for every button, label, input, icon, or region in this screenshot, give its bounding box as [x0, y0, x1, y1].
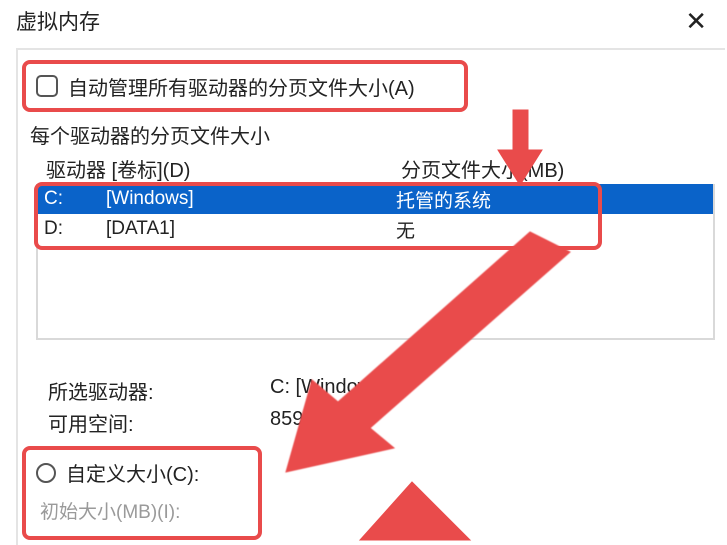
- close-icon[interactable]: ✕: [679, 8, 713, 34]
- drive-letter: C:: [44, 188, 106, 210]
- available-space-value: 859 MB: [270, 408, 715, 437]
- custom-size-label: 自定义大小(C):: [66, 458, 199, 487]
- column-drive: 驱动器 [卷标](D): [46, 154, 401, 183]
- window-title: 虚拟内存: [16, 6, 100, 36]
- custom-size-radio[interactable]: [36, 463, 56, 483]
- drive-size: 无: [396, 216, 713, 243]
- available-space-label: 可用空间:: [48, 408, 270, 437]
- column-size: 分页文件大小(MB): [401, 154, 715, 183]
- drive-list-header: 驱动器 [卷标](D) 分页文件大小(MB): [46, 154, 715, 183]
- available-space-row: 可用空间: 859 MB: [48, 408, 715, 437]
- custom-size-box: 自定义大小(C): 初始大小(MB)(I):: [22, 446, 262, 540]
- initial-size-label: 初始大小(MB)(I):: [36, 497, 248, 524]
- drive-label: [Windows]: [106, 188, 396, 210]
- section-label: 每个驱动器的分页文件大小: [30, 120, 270, 149]
- drive-row[interactable]: D: [DATA1] 无: [38, 214, 713, 244]
- drive-label: [DATA1]: [106, 218, 396, 240]
- auto-manage-row[interactable]: 自动管理所有驱动器的分页文件大小(A): [22, 60, 468, 112]
- auto-manage-label: 自动管理所有驱动器的分页文件大小(A): [68, 72, 415, 101]
- auto-manage-checkbox[interactable]: [36, 75, 58, 97]
- selected-drive-label: 所选驱动器:: [48, 376, 270, 405]
- drive-size: 托管的系统: [396, 186, 713, 213]
- custom-size-radio-row[interactable]: 自定义大小(C):: [36, 458, 248, 487]
- titlebar: 虚拟内存 ✕: [0, 0, 727, 44]
- selected-drive-value: C: [Windows]: [270, 376, 715, 405]
- drive-row[interactable]: C: [Windows] 托管的系统: [38, 184, 713, 214]
- drive-letter: D:: [44, 218, 106, 240]
- drive-list[interactable]: C: [Windows] 托管的系统 D: [DATA1] 无: [36, 184, 715, 340]
- selected-drive-row: 所选驱动器: C: [Windows]: [48, 376, 715, 405]
- dialog-frame: 自动管理所有驱动器的分页文件大小(A) 每个驱动器的分页文件大小 驱动器 [卷标…: [16, 48, 725, 545]
